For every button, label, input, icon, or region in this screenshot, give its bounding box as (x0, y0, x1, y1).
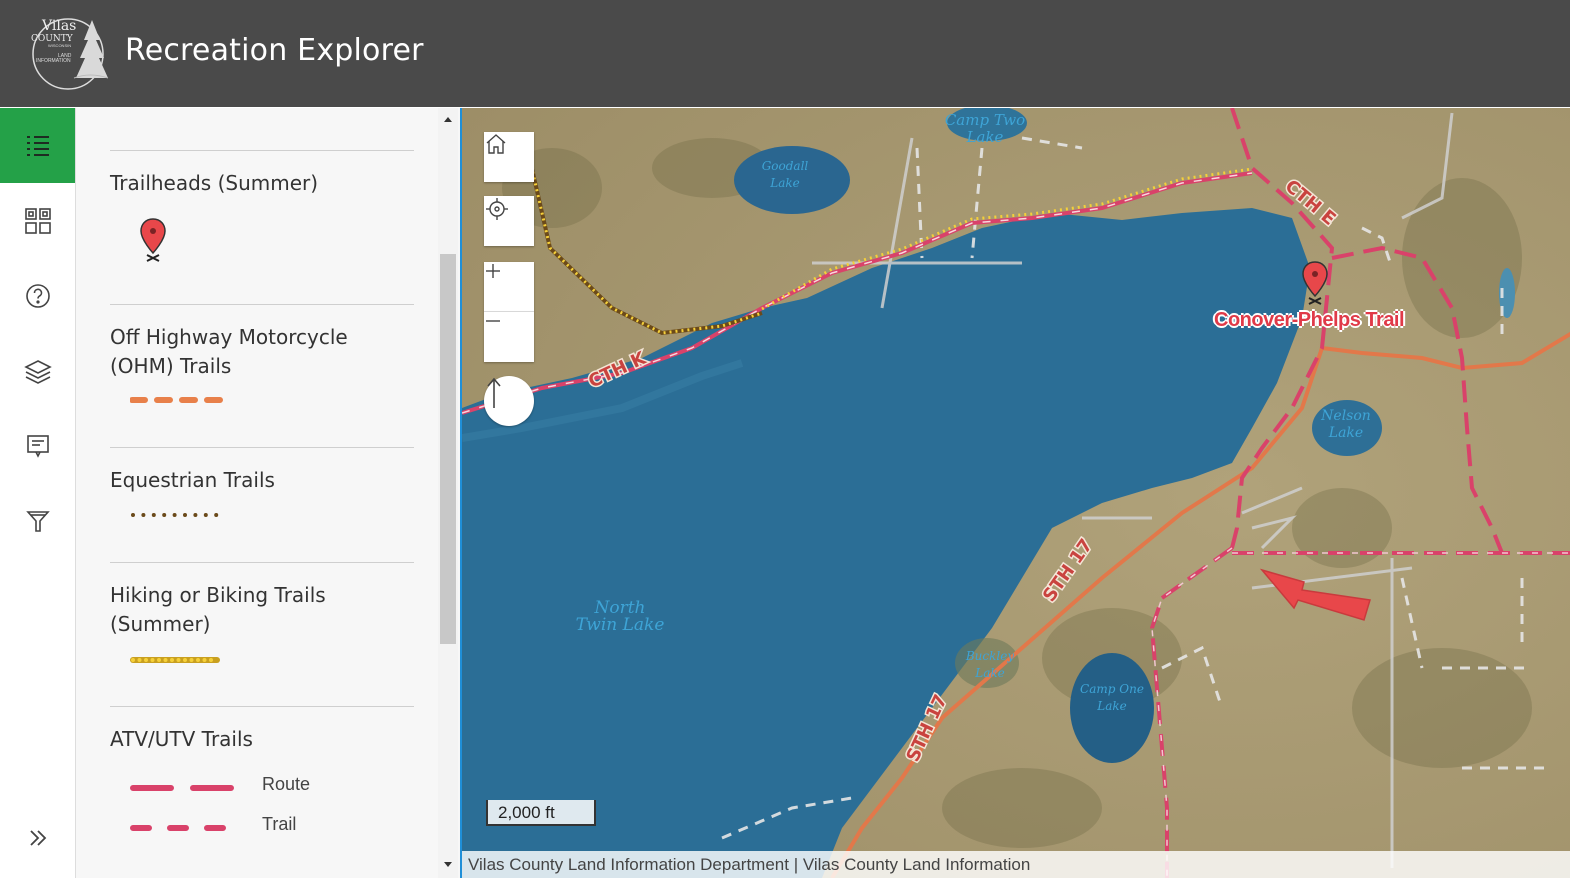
atv-trail-label: Trail (262, 814, 297, 834)
layers-button[interactable] (0, 333, 75, 408)
list-icon (26, 135, 49, 156)
plus-icon (486, 264, 500, 278)
legend-item-hiking-biking-trails: Hiking or Biking Trails (Summer) (110, 562, 414, 707)
legend-title: Equestrian Trails (110, 468, 275, 492)
locate-icon (486, 198, 508, 220)
aerial-imagery: CTH K CTH E STH 17 STH 17 (462, 108, 1570, 878)
legend-scrollbar-thumb[interactable] (440, 254, 456, 644)
zoom-out-button[interactable] (484, 312, 534, 362)
filter-icon (25, 510, 50, 532)
zoom-in-button[interactable] (484, 262, 534, 312)
lake-label-goodall: Goodall Lake (761, 159, 809, 190)
atv-route-label: Route (262, 774, 311, 794)
home-icon (486, 134, 506, 154)
legend-item-ohm-trails: Off Highway Motorcycle (OHM) Trails (110, 304, 414, 448)
locate-button[interactable] (484, 196, 534, 246)
legend-tool-button[interactable] (0, 108, 75, 183)
lake-label-nelson: Nelson Lake (1321, 408, 1371, 441)
double-chevron-right-icon (29, 829, 46, 846)
trailhead-marker-icon[interactable] (1300, 260, 1330, 306)
slides-icon (26, 434, 49, 458)
legend-item-trailheads: Trailheads (Summer) (110, 150, 414, 305)
svg-text:INFORMATION: INFORMATION (36, 58, 71, 64)
atv-route-symbol (130, 785, 240, 791)
app-header: Vilas COUNTY WISCONSIN LAND INFORMATION … (0, 0, 1570, 107)
trailhead-pin-icon (140, 218, 166, 262)
equestrian-trail-symbol (131, 513, 219, 517)
lake-label-north-twin: North Twin Lake (575, 598, 665, 635)
lake-label-buckley: Buckley Lake (965, 649, 1015, 680)
map-attribution: Vilas County Land Information Department… (462, 851, 1570, 878)
minus-icon (486, 320, 500, 322)
ohm-trail-symbol (130, 397, 230, 403)
home-button[interactable] (484, 132, 534, 182)
scale-bar: 2,000 ft (486, 800, 596, 826)
legend-panel: Trailheads (Summer) Off Highway Motorcyc… (76, 108, 460, 878)
basemap-gallery-button[interactable] (0, 183, 75, 258)
legend-title: Trailheads (Summer) (110, 171, 319, 195)
legend-title: Hiking or Biking Trails (Summer) (110, 583, 326, 636)
atv-trail-symbol (130, 825, 236, 831)
legend-item-atv-utv-trails: ATV/UTV Trails Route Trail (110, 706, 414, 878)
map-view[interactable]: CTH K CTH E STH 17 STH 17 Camp Two Lake … (460, 108, 1570, 878)
compass-arrow-icon (487, 377, 501, 408)
legend-item-equestrian-trails: Equestrian Trails (110, 447, 414, 563)
filter-button[interactable] (0, 483, 75, 558)
lake-label-camp-two: Camp Two Lake (944, 111, 1026, 146)
conover-phelps-trail-label: Conover-Phelps Trail (1214, 309, 1405, 331)
legend-title: ATV/UTV Trails (110, 727, 253, 751)
app-title: Recreation Explorer (125, 33, 424, 68)
expand-toolbar-button[interactable] (0, 800, 75, 875)
svg-text:Vilas: Vilas (41, 18, 76, 34)
hiking-trail-symbol (130, 657, 220, 663)
widget-toolbar (0, 108, 76, 878)
about-button[interactable] (0, 258, 75, 333)
legend-title: Off Highway Motorcycle (OHM) Trails (110, 325, 348, 378)
grid-icon (24, 207, 51, 234)
bookmarks-button[interactable] (0, 408, 75, 483)
compass-button[interactable] (484, 376, 534, 426)
lake-label-camp-one: Camp One Lake (1080, 682, 1144, 713)
scroll-up-arrow-icon[interactable] (442, 114, 454, 124)
scroll-down-arrow-icon[interactable] (442, 860, 454, 870)
vilas-county-logo: Vilas COUNTY WISCONSIN LAND INFORMATION (28, 14, 110, 90)
layers-icon (23, 359, 52, 384)
svg-text:WISCONSIN: WISCONSIN (48, 43, 71, 48)
question-icon (25, 283, 50, 308)
